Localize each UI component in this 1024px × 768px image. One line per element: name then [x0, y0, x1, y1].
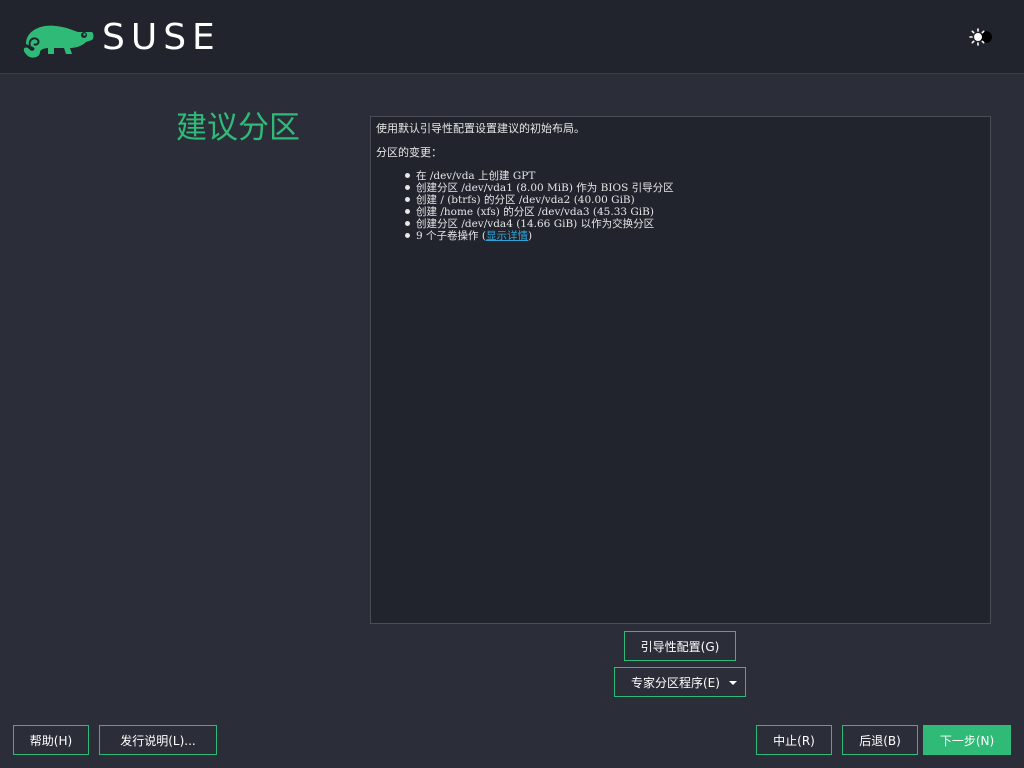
page-title: 建议分区 — [176, 110, 300, 146]
release-notes-button[interactable]: 发行说明(L)... — [99, 725, 217, 755]
expert-partitioner-button[interactable]: 专家分区程序(E) — [614, 667, 746, 697]
help-button[interactable]: 帮助(H) — [13, 725, 89, 755]
guided-setup-button[interactable]: 引导性配置(G) — [624, 631, 736, 661]
list-item: 在 /dev/vda 上创建 GPT — [405, 170, 985, 182]
back-button[interactable]: 后退(B) — [842, 725, 918, 755]
partition-summary-panel: 使用默认引导性配置设置建议的初始布局。 分区的变更： 在 /dev/vda 上创… — [370, 116, 991, 624]
brand-name: SUSE — [102, 17, 221, 58]
list-item: 创建分区 /dev/vda1 (8.00 MiB) 作为 BIOS 引导分区 — [405, 182, 985, 194]
sun-moon-icon — [969, 28, 992, 46]
list-item: 创建分区 /dev/vda4 (14.66 GiB) 以作为交换分区 — [405, 218, 985, 230]
theme-toggle-button[interactable] — [966, 26, 996, 48]
abort-button[interactable]: 中止(R) — [756, 725, 832, 755]
list-item: 创建 /home (xfs) 的分区 /dev/vda3 (45.33 GiB) — [405, 206, 985, 218]
subvol-suffix: ) — [527, 230, 533, 242]
next-button[interactable]: 下一步(N) — [923, 725, 1011, 755]
show-details-link[interactable]: 显示详情 — [486, 230, 528, 242]
summary-intro: 使用默认引导性配置设置建议的初始布局。 — [376, 122, 585, 135]
suse-chameleon-logo-icon — [23, 25, 94, 58]
changes-heading: 分区的变更： — [376, 146, 442, 159]
list-item: 创建 / (btrfs) 的分区 /dev/vda2 (40.00 GiB) — [405, 194, 985, 206]
header-bar: SUSE — [0, 0, 1024, 74]
list-item-subvolumes: 9 个子卷操作 (显示详情) — [405, 230, 985, 242]
expert-partitioner-label: 专家分区程序(E) — [631, 675, 720, 690]
subvol-text: 9 个子卷操作 ( — [416, 230, 486, 242]
changes-list: 在 /dev/vda 上创建 GPT 创建分区 /dev/vda1 (8.00 … — [376, 170, 985, 242]
chevron-down-icon — [729, 681, 737, 685]
